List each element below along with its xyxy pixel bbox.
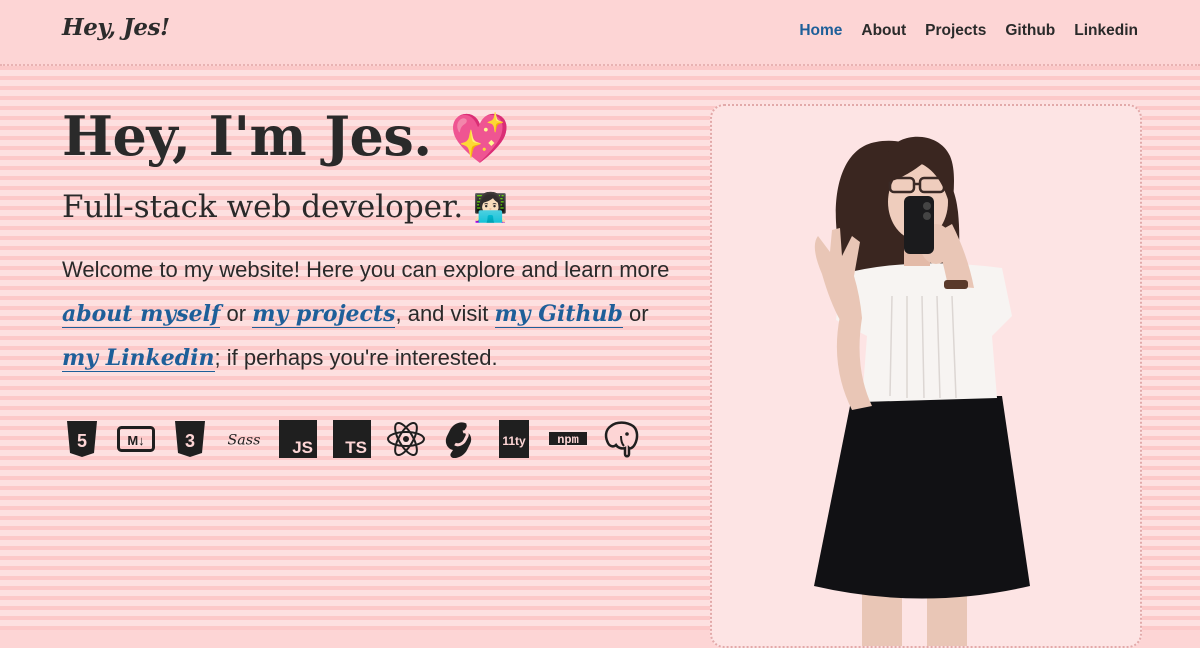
- sass-icon-label: Sass: [228, 433, 261, 449]
- sass-icon: Sass: [224, 420, 264, 458]
- hero-title-text: Hey, I'm Jes.: [62, 104, 432, 168]
- markdown-icon: M↓: [116, 420, 156, 458]
- my-projects-link[interactable]: my projects: [252, 301, 396, 328]
- javascript-icon-label: JS: [292, 438, 313, 457]
- typescript-icon-label: TS: [345, 438, 367, 457]
- intro-text: , and visit: [395, 301, 495, 326]
- hero-section: Hey, I'm Jes. 💖 Full-stack web developer…: [62, 100, 682, 402]
- eleventy-icon-label: 11ty: [502, 434, 526, 448]
- typescript-icon: TS: [332, 420, 372, 458]
- site-header: Hey, Jes! Home About Projects Github Lin…: [0, 0, 1200, 66]
- hero-title: Hey, I'm Jes. 💖: [62, 100, 682, 175]
- intro-text: or: [220, 301, 253, 326]
- intro-text: ; if perhaps you're interested.: [214, 345, 498, 370]
- intro-text: Welcome to my website! Here you can expl…: [62, 257, 670, 282]
- hero-subtitle-text: Full-stack web developer.: [62, 189, 464, 225]
- npm-icon: npm: [548, 420, 588, 458]
- nav-linkedin[interactable]: Linkedin: [1074, 22, 1138, 40]
- woman-technologist-icon: 👩🏻‍💻: [473, 191, 508, 224]
- main-nav: Home About Projects Github Linkedin: [799, 22, 1138, 40]
- javascript-icon: JS: [278, 420, 318, 458]
- postgresql-icon: [602, 420, 642, 458]
- nav-about[interactable]: About: [861, 22, 906, 40]
- my-linkedin-link[interactable]: my Linkedin: [62, 345, 215, 372]
- sparkling-heart-icon: 💖: [449, 110, 511, 167]
- nav-projects[interactable]: Projects: [925, 22, 986, 40]
- html5-icon-label: 5: [77, 431, 87, 451]
- markdown-icon-label: M↓: [127, 433, 144, 448]
- react-icon: [386, 420, 426, 458]
- hero-intro: Welcome to my website! Here you can expl…: [62, 248, 672, 380]
- profile-photo-card: [710, 104, 1142, 648]
- css3-icon: 3: [170, 420, 210, 458]
- site-logo[interactable]: Hey, Jes!: [62, 14, 170, 41]
- npm-icon-label: npm: [557, 433, 579, 447]
- intro-text: or: [622, 301, 649, 326]
- svelte-icon: [440, 420, 480, 458]
- my-github-link[interactable]: my Github: [494, 301, 623, 328]
- css3-icon-label: 3: [185, 431, 195, 451]
- html5-icon: 5: [62, 420, 102, 458]
- profile-photo: [814, 136, 1030, 646]
- nav-home[interactable]: Home: [799, 22, 842, 40]
- hero-subtitle: Full-stack web developer. 👩🏻‍💻: [62, 187, 682, 228]
- eleventy-icon: 11ty: [494, 420, 534, 458]
- tech-icons-row: 5 M↓ 3 Sass JS TS 11ty npm: [62, 420, 642, 458]
- nav-github[interactable]: Github: [1005, 22, 1055, 40]
- about-myself-link[interactable]: about myself: [62, 301, 221, 328]
